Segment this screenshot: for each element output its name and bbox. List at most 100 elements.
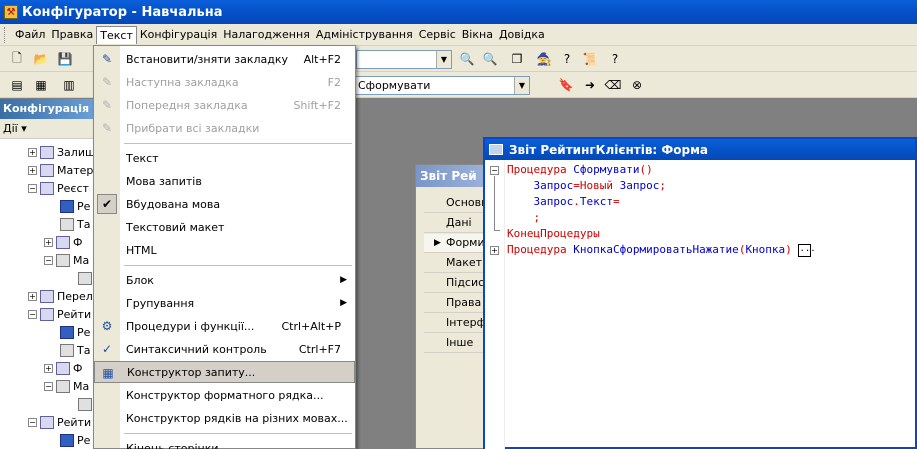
text-menu-item[interactable]: Конструктор форматного рядка... [94,384,355,406]
submenu-arrow-icon: ▶ [340,298,347,308]
syntax-helper-icon[interactable]: 📜 [581,50,599,68]
new-doc-icon[interactable]: 🗋 [8,50,26,68]
text-menu-item: ✎ Прибрати всі закладки [94,117,355,139]
open-icon[interactable]: 📂 [32,50,50,68]
menu-item-label: Текстовий макет [126,220,225,234]
procedure-combo[interactable]: Сформувати ▼ [354,76,530,95]
tree-node-icon [60,325,74,339]
text-menu-item[interactable]: ⚙ Процедури і функції... Ctrl+Alt+P [94,315,355,337]
menu-separator [124,433,352,434]
next-bookmark-icon[interactable]: ➜ [581,76,599,94]
tree-node-icon [40,289,54,303]
tree-node[interactable]: Ре [60,431,90,449]
form-module-window[interactable]: Звіт РейтингКлієнтів: Форма − + Процедур… [483,137,917,449]
menu-item[interactable]: Файл [12,26,48,43]
menu-item[interactable]: Вікна [459,26,496,43]
tree-node-label: Ре [77,433,91,447]
tree-expand-icon[interactable]: + [28,165,37,175]
tree-node[interactable]: + Ф [44,359,82,377]
menu-item[interactable]: Сервіс [416,26,459,43]
text-menu-item[interactable]: Блок ▶ [94,269,355,291]
menu-separator [124,143,352,144]
fold-collapse-icon[interactable]: − [490,166,499,175]
wizard-icon[interactable]: 🧙 [535,50,553,68]
text-menu-item[interactable]: Текст [94,147,355,169]
chevron-down-icon[interactable]: ▼ [436,51,451,68]
tree-node[interactable]: Ре [60,197,90,215]
windows-icon[interactable]: ❐ [508,50,526,68]
tree-node[interactable]: + Перел [28,287,93,305]
chevron-down-icon[interactable]: ▼ [514,77,529,94]
tree-expand-icon[interactable]: + [28,291,37,301]
form-module-window-title-bar: Звіт РейтингКлієнтів: Форма [485,139,915,160]
menu-item-label: Попередня закладка [126,98,248,112]
menu-item[interactable]: Адміністрування [313,26,416,43]
text-menu-item[interactable]: ▦ Конструктор запиту... [94,361,355,383]
toolbar-search-combo[interactable]: ▼ [356,50,452,69]
tree-expand-icon[interactable]: + [28,147,37,157]
tree-node-label: Ф [73,235,83,249]
tree-node-label: Ма [73,253,90,267]
checkmark-icon: ✔ [101,197,113,211]
module-edit-icon[interactable]: ▦ [32,76,50,94]
tree-node[interactable]: − Рейти [28,305,91,323]
contents-help-icon[interactable]: ? [606,50,624,68]
tree-node[interactable]: − Ма [44,377,89,395]
collapsed-block-marker[interactable]: ... [798,243,816,257]
query-builder-icon: ▦ [102,366,114,380]
menu-item[interactable]: Правка [48,26,96,43]
tree-collapse-icon[interactable]: − [44,381,53,391]
menu-item[interactable]: Конфігурація [137,26,220,43]
text-menu-item[interactable]: Кінець сторінки [94,437,355,449]
syntax-check-icon: ✓ [101,342,113,356]
menu-item[interactable]: Налагодження [220,26,313,43]
tree-node[interactable]: − Реєст [28,179,89,197]
tree-node[interactable]: + Матер [28,161,93,179]
help-search-icon[interactable]: ? [558,50,576,68]
tree-node[interactable]: − Ма [44,251,89,269]
fold-expand-icon[interactable]: + [490,246,499,255]
tree-node[interactable]: Ре [60,323,90,341]
tree-node-label: Реєст [57,181,89,195]
tree-expand-icon[interactable]: + [44,363,53,373]
fold-line-end [494,230,500,231]
object-tab-label: Форми [446,236,485,249]
delete-bookmark-icon[interactable]: ⊗ [628,76,646,94]
text-menu-item[interactable]: Текстовий макет [94,216,355,238]
text-menu-item[interactable]: Конструктор рядків на різних мовах... [94,407,355,429]
tree-node[interactable]: Та [60,341,90,359]
code-token: Процедура [507,243,574,256]
bookmark-prev-icon: ✎ [101,98,113,112]
text-menu-item[interactable]: Групування ▶ [94,292,355,314]
tree-node-label: Рейти [57,415,92,429]
editor-gutter [485,160,505,449]
tree-collapse-icon[interactable]: − [28,309,37,319]
tree-collapse-icon[interactable]: − [44,255,53,265]
text-menu-item[interactable]: ✓ Синтаксичний контроль Ctrl+F7 [94,338,355,360]
text-menu-item[interactable]: Мова запитів [94,170,355,192]
bookmark-icon[interactable]: 🔖 [557,76,575,94]
tree-collapse-icon[interactable]: − [28,183,37,193]
tree-expand-icon[interactable]: + [44,237,53,247]
find-next-icon[interactable]: 🔍 [481,50,499,68]
tree-node[interactable]: − Рейти [28,413,91,431]
tree-collapse-icon[interactable]: − [28,417,37,427]
tree-node[interactable]: Та [60,215,90,233]
text-menu-item[interactable]: HTML [94,239,355,261]
text-menu-item[interactable]: ✎ Встановити/зняти закладку Alt+F2 [94,48,355,70]
text-menu-item[interactable]: ✔ Вбудована мова [94,193,355,215]
module-icon[interactable]: ▤ [8,76,26,94]
tree-node[interactable]: + Ф [44,233,82,251]
actions-menu[interactable]: Дії ▾ [0,119,95,139]
config-tree-icon[interactable]: ▥ [60,76,78,94]
tree-node[interactable]: + Залиш [28,143,95,161]
menu-item-label: Конструктор запиту... [127,365,256,379]
menu-item[interactable]: Довідка [496,26,548,43]
clear-bookmarks-icon[interactable]: ⌫ [604,76,622,94]
menu-item[interactable]: Текст [96,25,137,44]
save-icon[interactable]: 💾 [56,50,74,68]
menu-separator [124,265,352,266]
find-prev-icon[interactable]: 🔍 [458,50,476,68]
tree-node-icon [78,271,92,285]
code-token: () [639,163,653,176]
